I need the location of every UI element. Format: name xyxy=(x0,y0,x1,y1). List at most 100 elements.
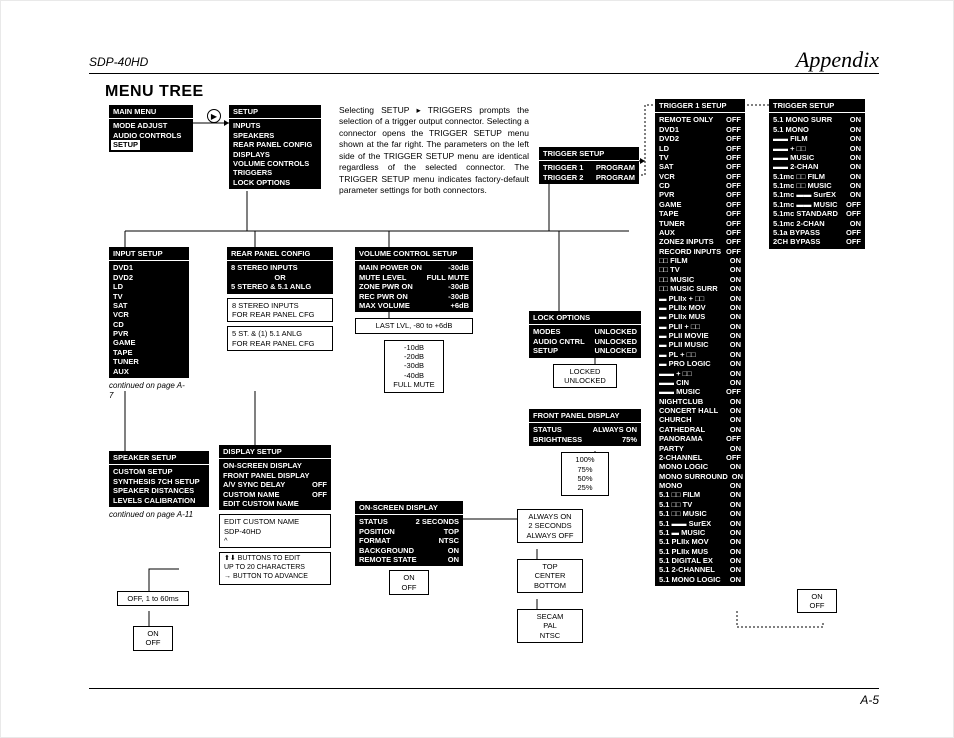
trig-label: 5.1a BYPASS xyxy=(773,228,820,237)
trig-value: OFF xyxy=(846,237,861,246)
trig-label: DVD2 xyxy=(659,134,679,143)
trig-value: OFF xyxy=(726,153,741,162)
footer-page: A-5 xyxy=(860,693,879,707)
trig-label: MONO SURROUND xyxy=(659,472,728,481)
list-item: ON xyxy=(138,629,168,638)
table-row: ▬▬ + □□ON xyxy=(659,369,741,378)
list-item: -20dB xyxy=(389,352,439,361)
continued-text: continued on page A-7 xyxy=(109,381,189,401)
trig-value: OFF xyxy=(726,125,741,134)
table-row: MONOON xyxy=(659,481,741,490)
setup-title: SETUP xyxy=(229,105,321,119)
trig-value: ON xyxy=(850,134,861,143)
list-item: PVR xyxy=(113,329,185,338)
osd-onoff: ON OFF xyxy=(389,570,429,595)
rear-panel-title: REAR PANEL CONFIG xyxy=(227,247,333,261)
list-item: LEVELS CALIBRATION xyxy=(113,496,205,505)
trig-value: ON xyxy=(850,144,861,153)
table-row: ▬▬ 2-CHANON xyxy=(773,162,861,171)
trig-value: OFF xyxy=(846,209,861,218)
list-item: OFF xyxy=(394,583,424,592)
lock-title: LOCK OPTIONS xyxy=(529,311,641,325)
front-panel: FRONT PANEL DISPLAY STATUSALWAYS ON BRIG… xyxy=(529,409,641,496)
main-menu-box: MAIN MENU MODE ADJUST AUDIO CONTROLS SET… xyxy=(109,105,193,152)
table-row: 5.1 ▬ MUSICON xyxy=(659,528,741,537)
trig-label: AUX xyxy=(659,228,675,237)
list-item: OFF xyxy=(802,601,832,610)
trig-label: MONO LOGIC xyxy=(659,462,708,471)
trig-value: ON xyxy=(730,481,741,490)
trig-label: TUNER xyxy=(659,219,685,228)
list-item: TAPE xyxy=(113,348,185,357)
trig-label: REMOTE ONLY xyxy=(659,115,713,124)
trig-value: ON xyxy=(730,312,741,321)
trig-value: ON xyxy=(730,462,741,471)
table-row: 5.1mc STANDARD OFF xyxy=(773,209,861,218)
trig-value: OFF xyxy=(726,453,741,462)
list-item: TOP xyxy=(522,562,578,571)
trig-label: 5.1mc ▬▬ MUSIC xyxy=(773,200,838,209)
trig-label: 5.1 □□ FILM xyxy=(659,490,700,499)
trig-value: ON xyxy=(730,294,741,303)
list-item: TV xyxy=(113,292,185,301)
trig-value: OFF xyxy=(726,172,741,181)
list-item: 100% xyxy=(566,455,604,464)
trig-label: ▬ PLIIx MOV xyxy=(659,303,706,312)
trig-label: RECORD INPUTS xyxy=(659,247,721,256)
trig-label: □□ TV xyxy=(659,265,680,274)
trig-label: LD xyxy=(659,144,669,153)
trig-value: OFF xyxy=(726,115,741,124)
table-row: □□ MUSIC SURRON xyxy=(659,284,741,293)
trig-value: OFF xyxy=(726,228,741,237)
table-row: PANORAMAOFF xyxy=(659,434,741,443)
trig-value: ON xyxy=(730,425,741,434)
avsync-onoff: ON OFF xyxy=(133,626,173,651)
trig-value: ON xyxy=(730,565,741,574)
list-item: FRONT PANEL DISPLAY xyxy=(223,471,310,480)
main-menu-item: MODE ADJUST xyxy=(113,121,189,130)
list-item: CUSTOM NAME xyxy=(223,490,280,499)
table-row: CATHEDRALON xyxy=(659,425,741,434)
edit-name-box: EDIT CUSTOM NAME SDP-40HD ^ xyxy=(219,514,331,548)
trig-label: 5.1 MONO LOGIC xyxy=(659,575,721,584)
trig-default-onoff: ON OFF xyxy=(797,589,837,614)
list-item: SYNTHESIS 7CH SETUP xyxy=(113,477,205,486)
list-item: BACKGROUND xyxy=(359,546,414,555)
trig-value: OFF xyxy=(726,134,741,143)
trig-value: OFF xyxy=(726,200,741,209)
list-item: TRIGGER 2 xyxy=(543,173,583,182)
trig-label: 5.1 □□ TV xyxy=(659,500,692,509)
list-item: GAME xyxy=(113,338,185,347)
trigger-default-title: TRIGGER SETUP xyxy=(769,99,865,113)
list-item: NTSC xyxy=(522,631,578,640)
trig-label: ▬▬ + □□ xyxy=(773,144,806,153)
trig-value: ON xyxy=(730,575,741,584)
volume-control: VOLUME CONTROL SETUP MAIN POWER ON-30dB … xyxy=(355,247,473,393)
trig-label: PARTY xyxy=(659,444,684,453)
table-row: MONO SURROUNDON xyxy=(659,472,741,481)
trig-label: 5.1mc STANDARD xyxy=(773,209,838,218)
table-row: □□ TVON xyxy=(659,265,741,274)
table-row: NIGHTCLUBON xyxy=(659,397,741,406)
table-row: 5.1 PLIIx MUSON xyxy=(659,547,741,556)
table-row: 5.1 MONO SURRON xyxy=(773,115,861,124)
table-row: 5.1a BYPASSOFF xyxy=(773,228,861,237)
trig-label: NIGHTCLUB xyxy=(659,397,703,406)
table-row: TUNEROFF xyxy=(659,219,741,228)
osd-position-opts: TOP CENTER BOTTOM xyxy=(517,559,583,593)
table-row: TAPEOFF xyxy=(659,209,741,218)
list-item: STATUS xyxy=(533,425,562,434)
table-row: ▬▬ MUSICON xyxy=(773,153,861,162)
table-row: 5.1 2-CHANNELON xyxy=(659,565,741,574)
list-item: OR xyxy=(231,273,329,282)
volume-title: VOLUME CONTROL SETUP xyxy=(355,247,473,261)
table-row: □□ FILMON xyxy=(659,256,741,265)
table-row: 2-CHANNELOFF xyxy=(659,453,741,462)
list-item: FULL MUTE xyxy=(389,380,439,389)
trig-label: 5.1 MONO SURR xyxy=(773,115,832,124)
list-item: MODES xyxy=(533,327,561,336)
trig-value: ON xyxy=(730,331,741,340)
list-item: TRIGGER 1 xyxy=(543,163,583,172)
trig-value: ON xyxy=(850,153,861,162)
main-menu-item: AUDIO CONTROLS xyxy=(113,131,189,140)
